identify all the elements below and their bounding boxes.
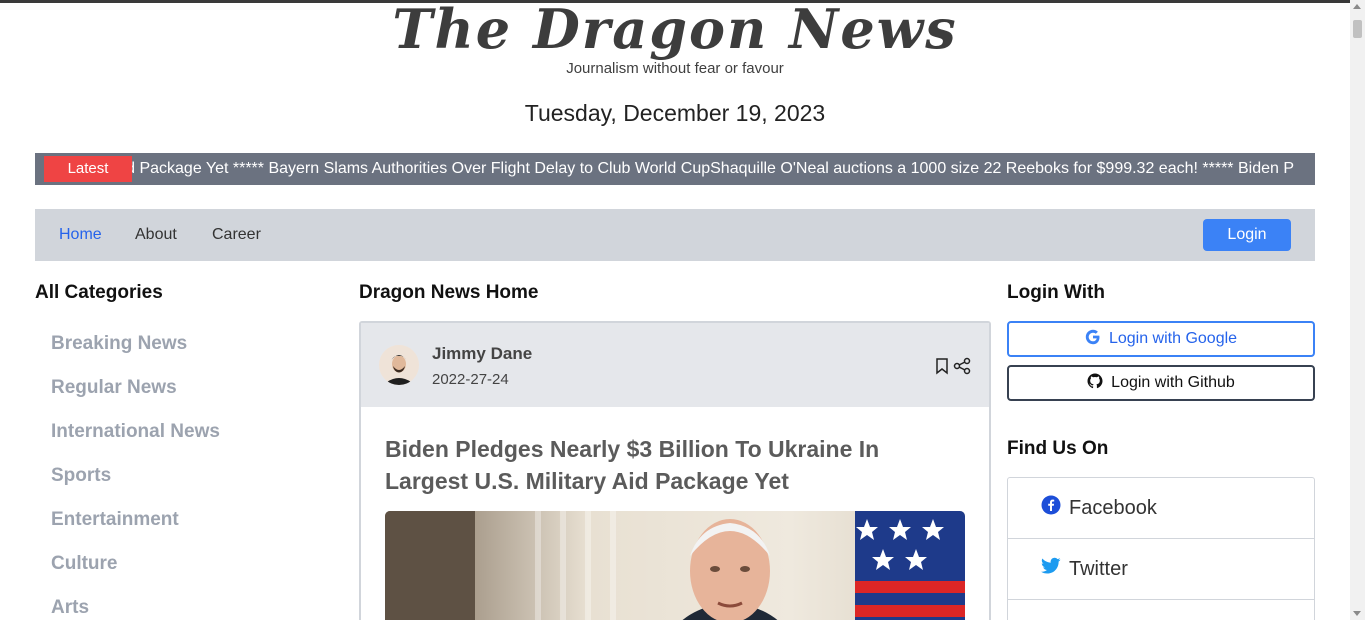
bookmark-icon[interactable] (933, 357, 951, 375)
category-regular-news[interactable]: Regular News (51, 377, 177, 399)
find-us-title: Find Us On (1007, 438, 1109, 459)
site-logo[interactable]: The Dragon News (0, 0, 1350, 58)
scroll-up-arrow-icon[interactable] (1353, 4, 1361, 9)
login-google-button[interactable]: Login with Google (1007, 321, 1315, 357)
publish-date: 2022-27-24 (432, 371, 509, 388)
author-avatar (379, 345, 419, 385)
card-header: Jimmy Dane 2022-27-24 (361, 323, 989, 407)
twitter-label: Twitter (1069, 557, 1128, 580)
latest-badge[interactable]: Latest (44, 156, 132, 182)
categories-title: All Categories (35, 282, 163, 303)
login-button[interactable]: Login (1203, 219, 1291, 251)
share-icon[interactable] (953, 357, 971, 375)
category-culture[interactable]: Culture (51, 553, 118, 575)
facebook-icon (1041, 495, 1061, 521)
find-us-list: Facebook Twitter (1007, 477, 1315, 620)
twitter-icon (1041, 557, 1061, 581)
scroll-thumb[interactable] (1353, 20, 1362, 38)
current-date: Tuesday, December 19, 2023 (524, 100, 826, 126)
facebook-label: Facebook (1069, 496, 1157, 519)
google-icon (1085, 329, 1101, 350)
login-google-label: Login with Google (1108, 330, 1238, 347)
nav-about[interactable]: About (135, 226, 177, 244)
nav-home[interactable]: Home (59, 226, 102, 244)
scroll-down-arrow-icon[interactable] (1353, 611, 1361, 616)
category-entertainment[interactable]: Entertainment (51, 509, 179, 531)
page-scrollbar[interactable] (1350, 0, 1365, 620)
news-ticker: ry Aid Package Yet ***** Bayern Slams Au… (35, 153, 1315, 185)
article-headline[interactable]: Biden Pledges Nearly $3 Billion To Ukrai… (385, 433, 945, 497)
twitter-link[interactable]: Twitter (1008, 539, 1314, 600)
ticker-text[interactable]: ry Aid Package Yet ***** Bayern Slams Au… (95, 160, 1294, 178)
article-photo[interactable] (385, 511, 965, 620)
login-github-label: Login with Github (1111, 374, 1235, 391)
author-name[interactable]: Jimmy Dane (432, 344, 532, 364)
navbar: Home About Career Login (35, 209, 1315, 261)
category-breaking-news[interactable]: Breaking News (51, 333, 187, 355)
login-with-title: Login With (1007, 282, 1105, 303)
facebook-link[interactable]: Facebook (1008, 478, 1314, 539)
news-card: Jimmy Dane 2022-27-24 Biden Pledges Near… (359, 321, 991, 620)
site-tagline: Journalism without fear or favour (566, 60, 784, 77)
github-icon (1087, 373, 1103, 394)
nav-career[interactable]: Career (212, 226, 261, 244)
category-international-news[interactable]: International News (51, 421, 220, 443)
login-github-button[interactable]: Login with Github (1007, 365, 1315, 401)
category-sports[interactable]: Sports (51, 465, 111, 487)
main-title: Dragon News Home (359, 282, 539, 303)
category-arts[interactable]: Arts (51, 597, 89, 619)
